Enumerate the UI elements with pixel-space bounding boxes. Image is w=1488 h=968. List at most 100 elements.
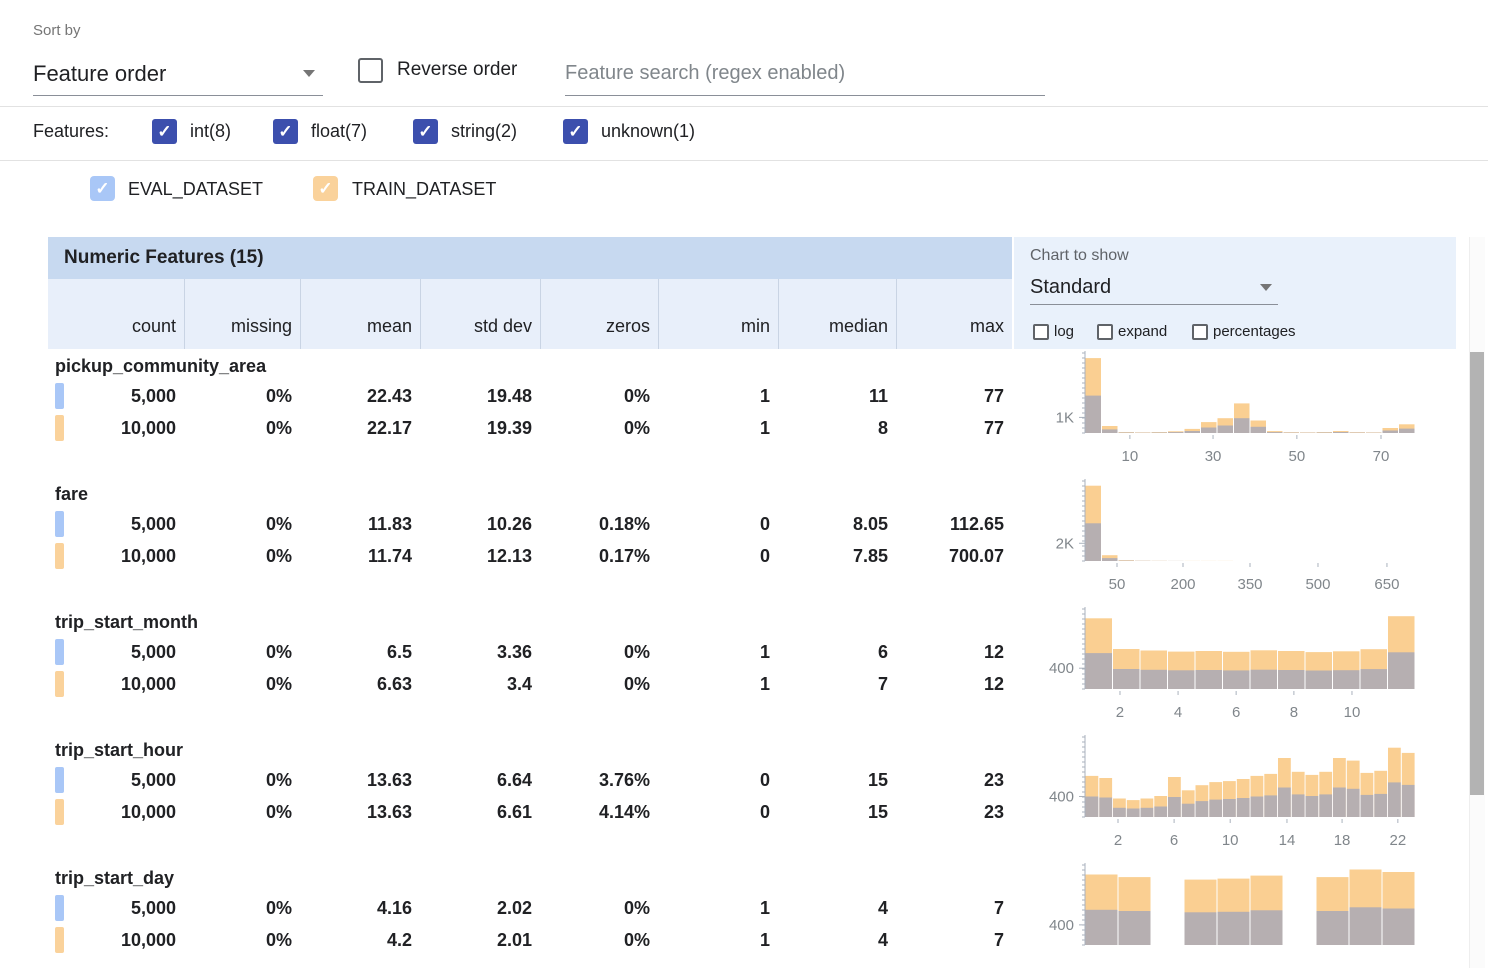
stat-missing: 0% — [184, 380, 300, 412]
column-header-missing: missing — [184, 279, 300, 349]
svg-text:10: 10 — [1122, 448, 1139, 465]
feature-block-pickup_community_area: pickup_community_area5,0000%22.4319.480%… — [48, 349, 1456, 477]
expand-checkbox[interactable] — [1097, 324, 1113, 340]
stat-min: 0 — [658, 540, 778, 572]
stat-mean: 11.74 — [300, 540, 420, 572]
stat-std-dev: 3.36 — [420, 636, 540, 668]
stat-median: 4 — [778, 892, 896, 924]
stat-mean: 4.2 — [300, 924, 420, 956]
stat-max: 77 — [896, 412, 1012, 444]
sort-by-label: Sort by — [33, 22, 81, 39]
svg-text:10: 10 — [1222, 832, 1239, 849]
stat-min: 1 — [658, 636, 778, 668]
stat-missing: 0% — [184, 412, 300, 444]
chevron-down-icon — [1260, 284, 1272, 291]
svg-text:2K: 2K — [1056, 535, 1074, 552]
dataset-swatch — [55, 415, 64, 441]
stat-std-dev: 12.13 — [420, 540, 540, 572]
divider — [0, 106, 1488, 107]
feature-type-float-checkbox[interactable] — [273, 119, 298, 144]
feature-type-string-checkbox[interactable] — [413, 119, 438, 144]
column-header-max: max — [896, 279, 1012, 349]
stat-zeros: 0% — [540, 636, 658, 668]
svg-text:18: 18 — [1334, 832, 1351, 849]
stat-zeros: 0% — [540, 412, 658, 444]
stat-zeros: 0% — [540, 892, 658, 924]
feature-type-float-label: float(7) — [311, 121, 367, 142]
feature-type-unknown-checkbox[interactable] — [563, 119, 588, 144]
stat-max: 77 — [896, 380, 1012, 412]
stat-zeros: 0.17% — [540, 540, 658, 572]
stat-zeros: 0% — [540, 380, 658, 412]
stat-missing: 0% — [184, 540, 300, 572]
svg-text:650: 650 — [1374, 576, 1399, 593]
stat-zeros: 0% — [540, 668, 658, 700]
stat-mean: 4.16 — [300, 892, 420, 924]
stat-mean: 22.43 — [300, 380, 420, 412]
dataset-swatch — [55, 671, 64, 697]
svg-text:350: 350 — [1237, 576, 1262, 593]
stat-std-dev: 6.64 — [420, 764, 540, 796]
svg-text:50: 50 — [1109, 576, 1126, 593]
stat-count: 5,000 — [48, 892, 184, 924]
chart-type-dropdown[interactable]: Standard — [1030, 271, 1278, 305]
svg-text:30: 30 — [1205, 448, 1222, 465]
stat-missing: 0% — [184, 508, 300, 540]
table-title: Numeric Features (15) — [48, 237, 1012, 279]
reverse-order-label: Reverse order — [397, 59, 517, 81]
log-checkbox[interactable] — [1033, 324, 1049, 340]
stat-count: 5,000 — [48, 380, 184, 412]
feature-block-trip_start_day: trip_start_day5,0000%4.162.020%14710,000… — [48, 861, 1456, 968]
svg-text:22: 22 — [1389, 832, 1406, 849]
svg-text:4: 4 — [1174, 704, 1182, 721]
log-label: log — [1054, 323, 1074, 340]
svg-text:10: 10 — [1344, 704, 1361, 721]
feature-type-int-checkbox[interactable] — [152, 119, 177, 144]
facets-overview-page: Sort by Feature order Reverse order Feat… — [0, 0, 1488, 968]
stat-missing: 0% — [184, 668, 300, 700]
chart-to-show-label: Chart to show — [1030, 247, 1129, 265]
svg-text:400: 400 — [1049, 660, 1074, 677]
scrollbar-thumb[interactable] — [1470, 352, 1484, 795]
stat-min: 1 — [658, 924, 778, 956]
stat-median: 15 — [778, 764, 896, 796]
train-dataset-label: TRAIN_DATASET — [352, 179, 496, 200]
feature-type-unknown-label: unknown(1) — [601, 121, 695, 142]
dataset-swatch — [55, 383, 64, 409]
feature-type-int-label: int(8) — [190, 121, 231, 142]
stat-min: 1 — [658, 412, 778, 444]
percentages-label: percentages — [1213, 323, 1296, 340]
histogram-pickup_community_area: 1K10305070 — [1023, 349, 1456, 477]
train-dataset-checkbox[interactable] — [313, 176, 338, 201]
stat-max: 700.07 — [896, 540, 1012, 572]
stat-mean: 6.63 — [300, 668, 420, 700]
feature-block-trip_start_hour: trip_start_hour5,0000%13.636.643.76%0152… — [48, 733, 1456, 861]
feature-search-input[interactable] — [565, 52, 1045, 96]
dataset-swatch — [55, 639, 64, 665]
stat-median: 7 — [778, 668, 896, 700]
stat-min: 0 — [658, 764, 778, 796]
reverse-order-checkbox[interactable] — [358, 58, 383, 83]
stat-zeros: 4.14% — [540, 796, 658, 828]
column-header-count: count — [48, 279, 184, 349]
percentages-checkbox[interactable] — [1192, 324, 1208, 340]
stat-median: 4 — [778, 924, 896, 956]
dataset-swatch — [55, 543, 64, 569]
stat-missing: 0% — [184, 796, 300, 828]
stat-zeros: 0.18% — [540, 508, 658, 540]
stat-median: 15 — [778, 796, 896, 828]
sort-by-dropdown[interactable]: Feature order — [33, 52, 323, 96]
svg-text:2: 2 — [1114, 832, 1122, 849]
sort-by-value: Feature order — [33, 61, 166, 87]
stat-max: 7 — [896, 892, 1012, 924]
stat-count: 10,000 — [48, 796, 184, 828]
stat-max: 12 — [896, 636, 1012, 668]
svg-text:70: 70 — [1373, 448, 1390, 465]
stat-missing: 0% — [184, 892, 300, 924]
stat-std-dev: 19.48 — [420, 380, 540, 412]
dataset-swatch — [55, 767, 64, 793]
eval-dataset-checkbox[interactable] — [90, 176, 115, 201]
feature-block-fare: fare5,0000%11.8310.260.18%08.05112.6510,… — [48, 477, 1456, 605]
stat-std-dev: 3.4 — [420, 668, 540, 700]
stat-median: 8 — [778, 412, 896, 444]
